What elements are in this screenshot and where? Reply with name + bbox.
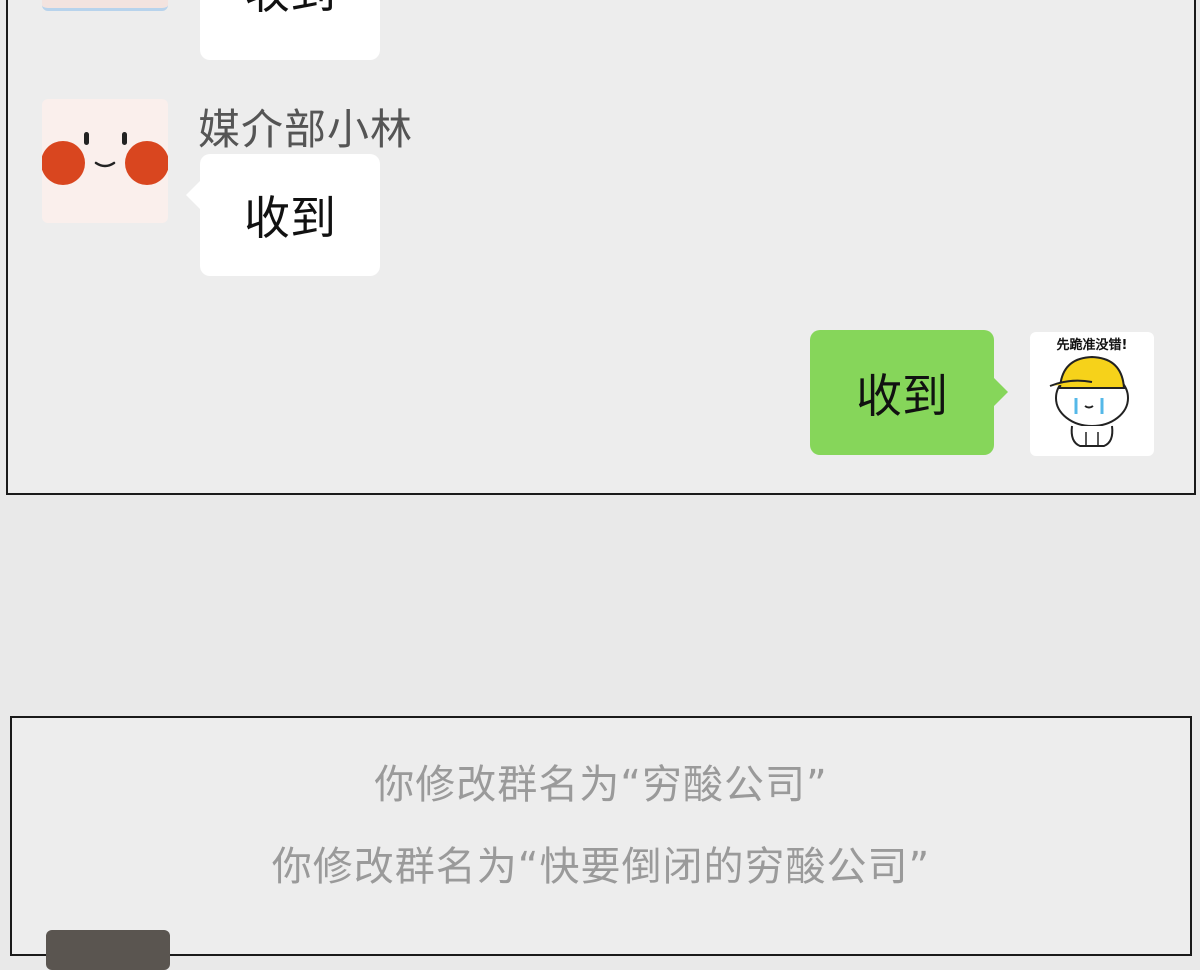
crying-hardhat-avatar[interactable]: 先跪准没错! (1030, 332, 1154, 456)
chat-panel-top: 收到 媒介部小林 收到 收到 先跪准没错! (6, 0, 1196, 495)
blush-face-icon (42, 132, 168, 185)
blush-face-avatar[interactable] (42, 99, 168, 223)
bubble-tail (186, 181, 200, 209)
chat-panel-bottom: 你修改群名为“穷酸公司” 你修改群名为“快要倒闭的穷酸公司” (10, 716, 1192, 970)
system-message: 你修改群名为“快要倒闭的穷酸公司” (271, 844, 931, 890)
message-bubble[interactable]: 收到 (200, 154, 380, 276)
message-bubble[interactable]: 收到 (200, 0, 380, 60)
message-text: 收到 (244, 0, 336, 22)
system-message: 你修改群名为“穷酸公司” (374, 762, 828, 808)
sender-name: 媒介部小林 (198, 105, 414, 154)
message-text: 收到 (856, 368, 948, 423)
message-bubble-outgoing[interactable]: 收到 (810, 330, 994, 455)
avatar-partial[interactable] (46, 930, 170, 970)
avatar-partial[interactable] (42, 0, 168, 11)
bubble-tail (994, 378, 1008, 406)
message-text: 收到 (244, 191, 336, 245)
crying-hardhat-icon (1049, 355, 1129, 447)
